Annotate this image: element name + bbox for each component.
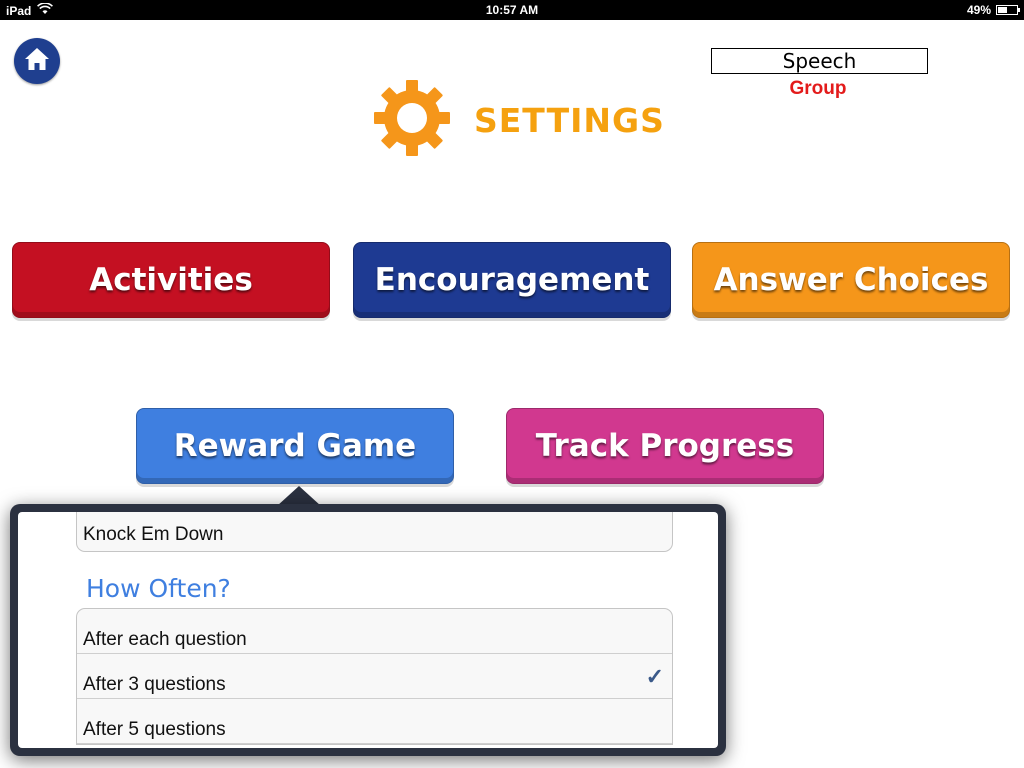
gear-icon <box>372 78 452 162</box>
page-title: SETTINGS <box>474 100 665 140</box>
option-after-3-questions[interactable]: After 3 questions ✓ <box>77 654 672 699</box>
title-area: SETTINGS <box>372 78 665 162</box>
encouragement-button[interactable]: Encouragement <box>353 242 671 318</box>
answer-choices-button[interactable]: Answer Choices <box>692 242 1010 318</box>
option-label: After each question <box>83 629 247 650</box>
track-progress-button[interactable]: Track Progress <box>506 408 824 484</box>
status-time: 10:57 AM <box>485 3 539 17</box>
option-after-5-questions[interactable]: After 5 questions <box>77 699 672 744</box>
option-label: After 3 questions <box>83 674 226 695</box>
popover-arrow <box>277 486 321 506</box>
battery-icon <box>996 5 1020 15</box>
popover-content: Knock Em Down How Often? After each ques… <box>18 512 718 748</box>
group-label[interactable]: Group <box>711 78 925 100</box>
home-icon <box>24 47 50 75</box>
checkmark-icon: ✓ <box>645 664 664 689</box>
speech-field[interactable]: Speech <box>711 48 928 74</box>
option-after-each-question[interactable]: After each question <box>77 609 672 654</box>
reward-game-popover: Knock Em Down How Often? After each ques… <box>10 504 726 756</box>
option-label: After 5 questions <box>83 719 226 740</box>
home-button[interactable] <box>14 38 60 84</box>
battery-percent: 49% <box>966 3 991 17</box>
reward-game-button[interactable]: Reward Game <box>136 408 454 484</box>
frequency-option-list: After each question After 3 questions ✓ … <box>76 608 673 745</box>
activities-button[interactable]: Activities <box>12 242 330 318</box>
status-bar: iPad 10:57 AM 49% <box>0 0 1024 20</box>
selected-game-row[interactable]: Knock Em Down <box>76 512 673 552</box>
how-often-heading: How Often? <box>86 574 231 603</box>
status-right: 49% <box>966 3 1020 17</box>
